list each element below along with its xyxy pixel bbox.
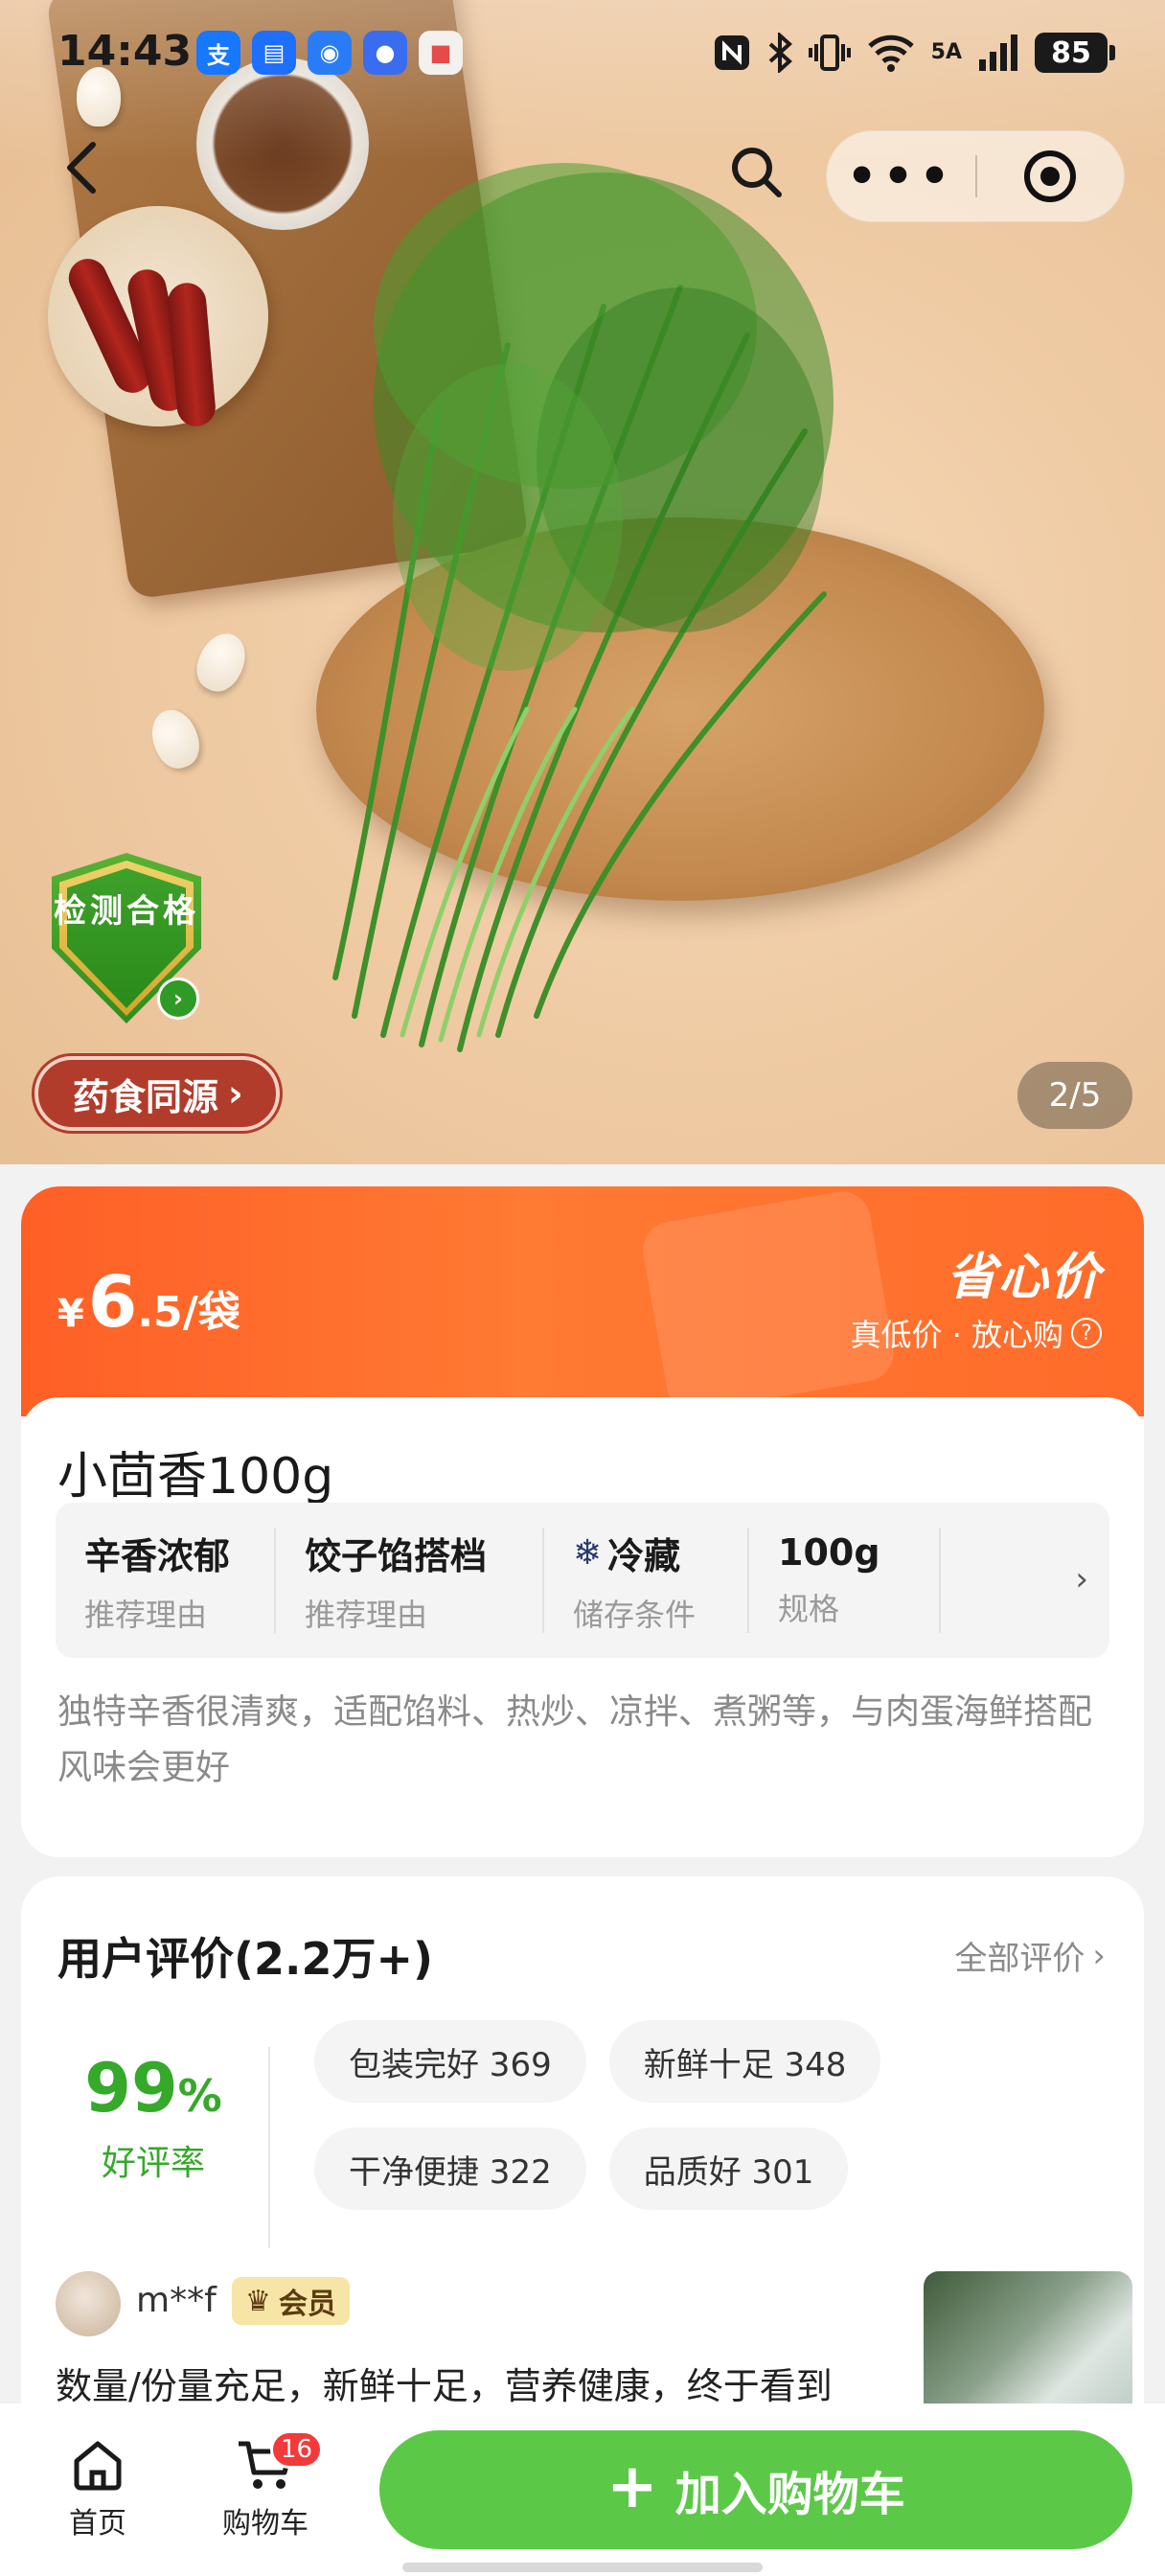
nav-home[interactable]: 首页	[59, 2436, 136, 2542]
price-banner: ¥ 6 .5 /袋 省心价 真低价 · 放心购 ?	[21, 1186, 1144, 1416]
bottom-action-bar: 首页 16 购物车 + 加入购物车	[0, 2404, 1165, 2576]
price-unit: /袋	[182, 1288, 240, 1337]
reviews-title: 用户评价(2.2万+)	[57, 1933, 434, 1985]
review-tag[interactable]: 干净便捷 322	[314, 2128, 586, 2210]
saver-price-title: 省心价	[946, 1249, 1102, 1306]
review-tags: 包装完好 369 新鲜十足 348 干净便捷 322 品质好 301	[314, 2020, 908, 2210]
status-time: 14:43	[57, 27, 193, 76]
notification-icons: 支 ▤ ◉ ● ■	[196, 31, 463, 75]
network-label: 5A	[930, 40, 962, 64]
question-icon: ?	[1071, 1318, 1102, 1348]
chevron-left-icon	[67, 142, 96, 194]
image-page-indicator: 2/5	[1017, 1062, 1132, 1129]
battery-indicator: 85	[1035, 33, 1115, 73]
add-to-cart-label: 加入购物车	[674, 2468, 905, 2521]
price-decimal: .5	[137, 1288, 183, 1337]
snowflake-icon: ❄	[573, 1532, 603, 1573]
plus-icon: +	[606, 2451, 658, 2522]
review-photo[interactable]	[924, 2271, 1132, 2425]
attribute-key: 规格	[778, 1591, 840, 1627]
system-icons: 5A 85	[713, 33, 1115, 73]
saver-subtitle-text: 真低价 · 放心购	[850, 1317, 1063, 1353]
status-bar: 14:43 支 ▤ ◉ ● ■ 5A 85	[0, 0, 1165, 115]
chevron-right-icon: ›	[157, 978, 199, 1020]
all-reviews-link[interactable]: 全部评价 ›	[954, 1932, 1106, 1979]
rate-unit: %	[177, 2070, 222, 2122]
home-indicator	[402, 2563, 763, 2572]
fennel-bundle-image	[332, 163, 834, 1052]
review-text: 数量/份量充足，新鲜十足，营养健康，终于看到	[56, 2365, 833, 2407]
origin-tag-label: 药食同源	[73, 1075, 219, 1118]
nav-home-label: 首页	[69, 2507, 126, 2541]
close-miniprogram-button[interactable]	[977, 130, 1124, 222]
member-badge-label: 会员	[278, 2288, 336, 2321]
attribute-item: 辛香浓郁 推荐理由	[56, 1528, 276, 1633]
rate-number: 99	[84, 2049, 178, 2128]
search-button[interactable]	[719, 134, 795, 211]
all-reviews-label: 全部评价	[954, 1940, 1085, 1978]
origin-tag[interactable]: 药食同源 ›	[34, 1056, 280, 1131]
test-badge-label: 检测合格	[54, 892, 199, 931]
chevron-right-icon: ›	[1092, 1936, 1106, 1975]
positive-rate-value: 99%	[57, 2049, 249, 2128]
nfc-icon	[713, 33, 751, 73]
price-currency: ¥	[57, 1292, 84, 1336]
signal-icon: 5A	[931, 33, 962, 73]
crown-icon: ♛	[245, 2284, 271, 2318]
cart-count-badge: 16	[270, 2430, 324, 2469]
add-to-cart-button[interactable]: + 加入购物车	[379, 2430, 1132, 2549]
rate-divider	[268, 2047, 270, 2248]
chevron-right-icon: ›	[1075, 1560, 1088, 1598]
product-title: 小茴香100g	[57, 1448, 334, 1506]
card-app-icon: ▤	[252, 31, 296, 75]
mini-program-capsule: •••	[826, 130, 1125, 222]
garlic-image	[189, 626, 254, 699]
attribute-item: 100g 规格	[749, 1528, 941, 1633]
attribute-item: ❄ 冷藏 储存条件	[544, 1528, 749, 1633]
product-price: ¥ 6 .5 /袋	[57, 1261, 240, 1344]
back-button[interactable]	[48, 134, 115, 201]
store-app-icon: ■	[419, 31, 463, 75]
search-icon	[732, 148, 782, 197]
product-info-body: 小茴香100g 辛香浓郁 推荐理由 饺子馅搭档 推荐理由 ❄ 冷藏 储存条件 1…	[21, 1397, 1144, 1857]
garlic-image	[144, 703, 207, 774]
attribute-value-row: ❄ 冷藏	[573, 1527, 747, 1579]
attribute-value: 辛香浓郁	[84, 1534, 231, 1577]
review-tag[interactable]: 品质好 301	[608, 2128, 849, 2210]
bulb-app-icon: ◉	[308, 31, 352, 75]
quality-test-badge[interactable]: 检测合格 ›	[52, 853, 203, 1025]
review-tag[interactable]: 包装完好 369	[314, 2020, 586, 2103]
wifi-icon	[866, 33, 916, 73]
attribute-key: 储存条件	[573, 1596, 697, 1633]
chevron-right-icon: ›	[228, 1072, 243, 1115]
member-badge: ♛ 会员	[232, 2277, 350, 2325]
product-description: 独特辛香很清爽，适配馅料、热炒、凉拌、煮粥等，与肉蛋海鲜搭配风味会更好	[57, 1692, 1093, 1787]
price-integer: 6	[87, 1261, 138, 1344]
attribute-value: 100g	[778, 1531, 880, 1574]
alipay-icon: 支	[196, 31, 240, 75]
product-attributes[interactable]: 辛香浓郁 推荐理由 饺子馅搭档 推荐理由 ❄ 冷藏 储存条件 100g 规格 ›	[56, 1503, 1109, 1658]
positive-rate: 99% 好评率	[57, 2049, 249, 2185]
shopping-bag-decoration	[638, 1186, 899, 1416]
attribute-value: 饺子馅搭档	[305, 1534, 488, 1577]
avatar	[56, 2271, 121, 2336]
attribute-item: 饺子馅搭档 推荐理由	[276, 1528, 544, 1633]
attribute-value: 冷藏	[607, 1534, 681, 1577]
target-icon	[1024, 150, 1077, 202]
positive-rate-label: 好评率	[101, 2144, 205, 2183]
saver-price-subtitle[interactable]: 真低价 · 放心购 ?	[850, 1311, 1102, 1355]
home-icon	[74, 2441, 122, 2491]
user-app-icon: ●	[363, 31, 407, 75]
bluetooth-icon	[766, 33, 793, 73]
review-tag[interactable]: 新鲜十足 348	[608, 2020, 881, 2103]
nav-cart[interactable]: 16 购物车	[213, 2430, 324, 2542]
vibrate-icon	[808, 33, 851, 73]
signal-bars-icon	[977, 33, 1019, 73]
nav-cart-label: 购物车	[222, 2507, 308, 2541]
product-info-card: ¥ 6 .5 /袋 省心价 真低价 · 放心购 ? 小茴香100g 辛香浓郁 推…	[21, 1186, 1144, 1857]
attribute-key: 推荐理由	[305, 1596, 428, 1633]
attribute-key: 推荐理由	[84, 1596, 208, 1633]
review-username: m**f	[136, 2281, 217, 2320]
more-button[interactable]: •••	[827, 130, 975, 222]
